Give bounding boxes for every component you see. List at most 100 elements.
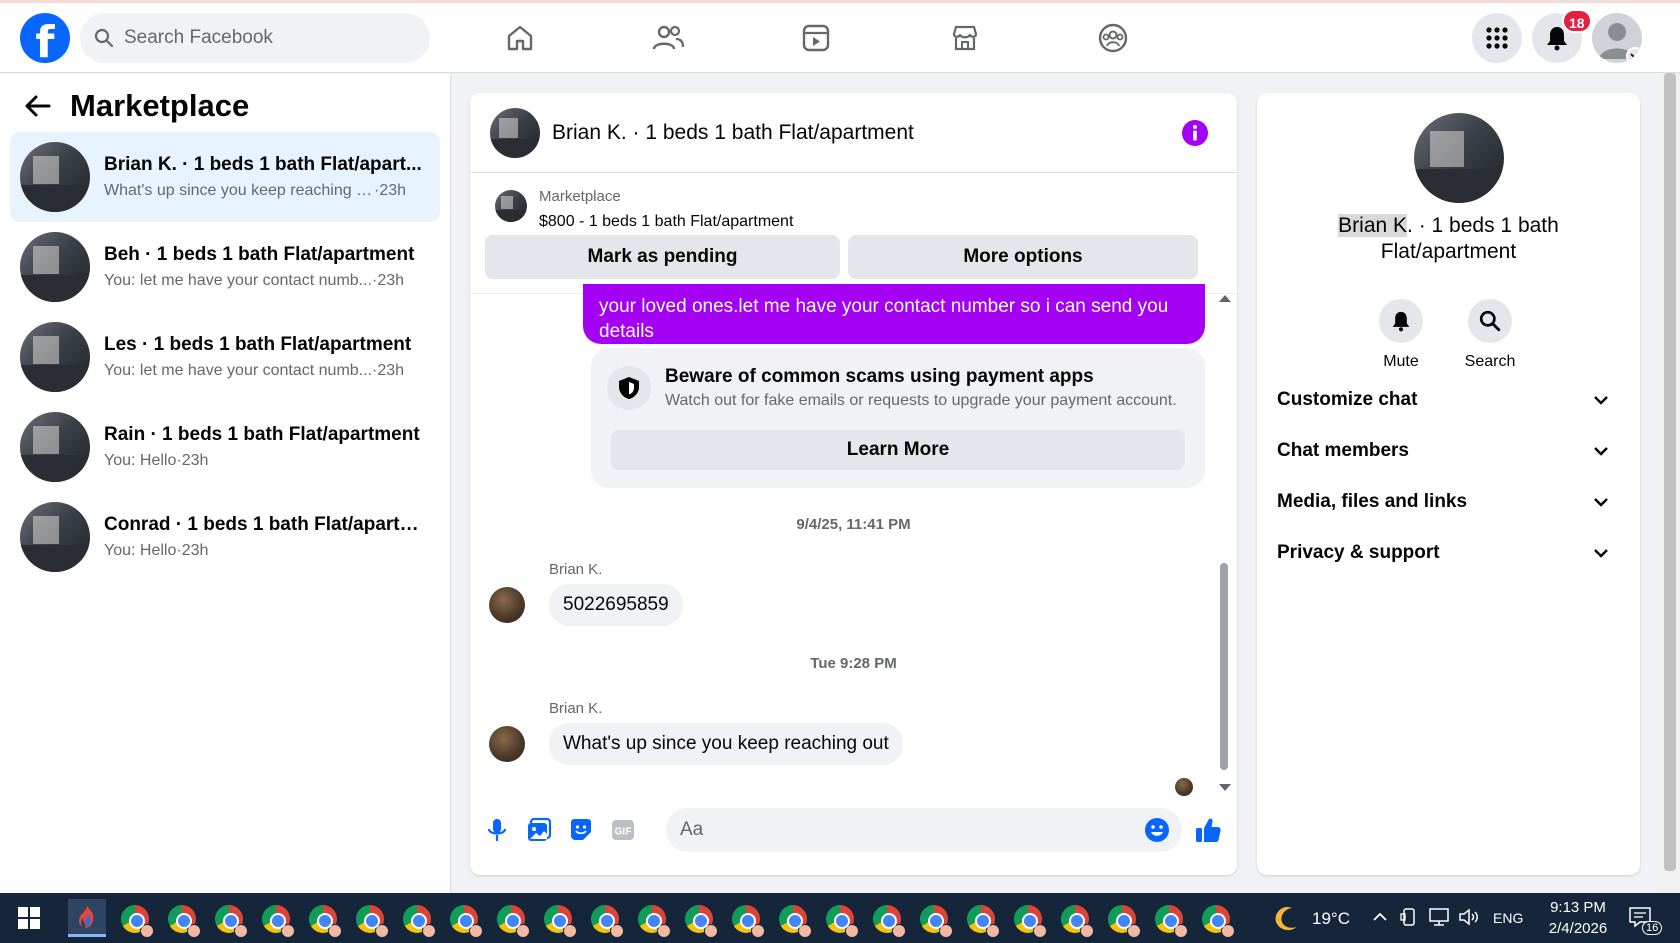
listing-avatar[interactable] bbox=[1414, 113, 1504, 203]
taskbar-app-pinned[interactable] bbox=[68, 899, 106, 937]
nav-friends[interactable] bbox=[651, 21, 685, 55]
incoming-message[interactable]: What's up since you keep reaching out bbox=[549, 723, 903, 765]
privacy-support-section[interactable]: Privacy & support bbox=[1277, 533, 1627, 573]
chrome-profile-icon[interactable] bbox=[967, 905, 1000, 938]
search-box[interactable] bbox=[80, 13, 430, 63]
chrome-profile-icon[interactable] bbox=[591, 905, 624, 938]
microphone-icon[interactable] bbox=[483, 816, 511, 844]
device-icon[interactable] bbox=[1400, 907, 1418, 927]
chrome-profile-icon[interactable] bbox=[215, 905, 248, 938]
sender-avatar[interactable] bbox=[489, 726, 525, 762]
facebook-logo[interactable]: f bbox=[20, 13, 70, 63]
language-indicator[interactable]: ENG bbox=[1493, 910, 1523, 926]
section-label: Customize chat bbox=[1277, 389, 1418, 410]
scroll-down-arrow-icon[interactable] bbox=[1219, 784, 1231, 791]
search-input[interactable] bbox=[124, 27, 404, 49]
read-receipt-avatar bbox=[1175, 778, 1193, 796]
customize-chat-section[interactable]: Customize chat bbox=[1277, 380, 1627, 420]
mark-as-pending-button[interactable]: Mark as pending bbox=[485, 235, 840, 279]
page-scroll-thumb[interactable] bbox=[1664, 73, 1676, 871]
conversation-item[interactable]: Rain · 1 beds 1 bath Flat/apartment You:… bbox=[10, 402, 440, 492]
mute-button[interactable]: Mute bbox=[1361, 299, 1441, 371]
chrome-profile-icon[interactable] bbox=[1155, 905, 1188, 938]
chrome-profile-icon[interactable] bbox=[1014, 905, 1047, 938]
menu-button[interactable] bbox=[1472, 13, 1522, 63]
nav-marketplace[interactable] bbox=[948, 21, 982, 55]
back-arrow-icon[interactable] bbox=[24, 94, 52, 118]
chevron-up-icon[interactable] bbox=[1372, 911, 1388, 923]
message-input-box[interactable] bbox=[666, 808, 1182, 852]
chrome-profile-icon[interactable] bbox=[497, 905, 530, 938]
scroll-up-arrow-icon[interactable] bbox=[1219, 295, 1231, 302]
chrome-profile-icon[interactable] bbox=[450, 905, 483, 938]
learn-more-button[interactable]: Learn More bbox=[611, 430, 1185, 470]
section-label: Privacy & support bbox=[1277, 542, 1440, 563]
sender-avatar[interactable] bbox=[489, 587, 525, 623]
conversation-item[interactable]: Beh · 1 beds 1 bath Flat/apartment You: … bbox=[10, 222, 440, 312]
chat-scrollbar[interactable] bbox=[1217, 293, 1233, 793]
chrome-profile-icon[interactable] bbox=[1061, 905, 1094, 938]
nav-home[interactable] bbox=[503, 21, 537, 55]
scroll-thumb[interactable] bbox=[1220, 563, 1228, 770]
marketplace-icon bbox=[952, 25, 978, 51]
chrome-profile-icon[interactable] bbox=[262, 905, 295, 938]
chat-details-panel: Brian K. · 1 beds 1 bath Flat/apartment … bbox=[1257, 93, 1640, 875]
friends-icon bbox=[652, 25, 684, 50]
clock[interactable]: 9:13 PM 2/4/2026 bbox=[1538, 897, 1618, 939]
marketplace-inbox-panel: Marketplace Brian K. · 1 beds 1 bath Fla… bbox=[0, 74, 451, 893]
chrome-profile-icon[interactable] bbox=[826, 905, 859, 938]
video-icon bbox=[802, 24, 830, 52]
chrome-profile-icon[interactable] bbox=[779, 905, 812, 938]
chrome-profile-icon[interactable] bbox=[544, 905, 577, 938]
chrome-profile-icon[interactable] bbox=[356, 905, 389, 938]
nav-groups[interactable] bbox=[1096, 21, 1130, 55]
chat-header: Brian K. · 1 beds 1 bath Flat/apartment bbox=[470, 93, 1237, 173]
chrome-profile-icon[interactable] bbox=[168, 905, 201, 938]
conversation-item[interactable]: Conrad · 1 beds 1 bath Flat/apartm... Yo… bbox=[10, 492, 440, 582]
nav-video[interactable] bbox=[799, 21, 833, 55]
chat-title[interactable]: Brian K. · 1 beds 1 bath Flat/apartment bbox=[552, 121, 914, 145]
outgoing-message[interactable]: your loved ones.let me have your contact… bbox=[583, 284, 1205, 344]
conversation-item[interactable]: Les · 1 beds 1 bath Flat/apartment You: … bbox=[10, 312, 440, 402]
weather-temperature[interactable]: 19°C bbox=[1312, 909, 1350, 929]
account-dropdown-icon[interactable] bbox=[1626, 47, 1642, 63]
chat-members-section[interactable]: Chat members bbox=[1277, 431, 1627, 471]
conversation-preview: You: Hello bbox=[104, 542, 177, 559]
more-options-button[interactable]: More options bbox=[848, 235, 1198, 279]
message-input[interactable] bbox=[680, 819, 1120, 841]
home-icon bbox=[507, 25, 533, 51]
page-scrollbar[interactable] bbox=[1660, 73, 1680, 893]
scam-warning-title: Beware of common scams using payment app… bbox=[665, 366, 1094, 387]
chrome-profile-icon[interactable] bbox=[732, 905, 765, 938]
moon-weather-icon[interactable] bbox=[1272, 904, 1300, 932]
chrome-profile-icon[interactable] bbox=[685, 905, 718, 938]
network-icon[interactable] bbox=[1428, 907, 1450, 927]
search-in-chat-button[interactable]: Search bbox=[1450, 299, 1530, 371]
media-files-links-section[interactable]: Media, files and links bbox=[1277, 482, 1627, 522]
conversation-name: Les · 1 beds 1 bath Flat/apartment bbox=[104, 334, 412, 355]
gif-icon[interactable]: GIF bbox=[609, 816, 637, 844]
listing-banner[interactable]: Marketplace $800 - 1 beds 1 bath Flat/ap… bbox=[485, 188, 793, 231]
account-avatar[interactable] bbox=[1592, 13, 1642, 63]
photo-icon[interactable] bbox=[525, 816, 553, 844]
sticker-icon[interactable] bbox=[567, 816, 595, 844]
emoji-icon[interactable] bbox=[1144, 817, 1170, 843]
chrome-profile-icon[interactable] bbox=[403, 905, 436, 938]
chrome-profile-icon[interactable] bbox=[121, 905, 154, 938]
chrome-profile-icon[interactable] bbox=[920, 905, 953, 938]
windows-start-icon[interactable] bbox=[18, 907, 40, 929]
chat-avatar[interactable] bbox=[490, 107, 540, 158]
chrome-profile-icon[interactable] bbox=[873, 905, 906, 938]
conversation-name: Conrad · 1 beds 1 bath Flat/apartm... bbox=[104, 514, 424, 535]
info-icon[interactable] bbox=[1181, 119, 1209, 147]
conversation-item[interactable]: Brian K. · 1 beds 1 bath Flat/apart... W… bbox=[10, 132, 440, 222]
thumbs-up-icon[interactable] bbox=[1194, 816, 1222, 844]
chrome-profile-icon[interactable] bbox=[638, 905, 671, 938]
incoming-message[interactable]: 5022695859 bbox=[549, 584, 683, 626]
chrome-profile-icon[interactable] bbox=[309, 905, 342, 938]
listing-thumbnail bbox=[20, 322, 90, 392]
chrome-profile-icon[interactable] bbox=[1202, 905, 1235, 938]
volume-icon[interactable] bbox=[1458, 907, 1482, 927]
message-list: your loved ones.let me have your contact… bbox=[470, 284, 1237, 796]
chrome-profile-icon[interactable] bbox=[1108, 905, 1141, 938]
